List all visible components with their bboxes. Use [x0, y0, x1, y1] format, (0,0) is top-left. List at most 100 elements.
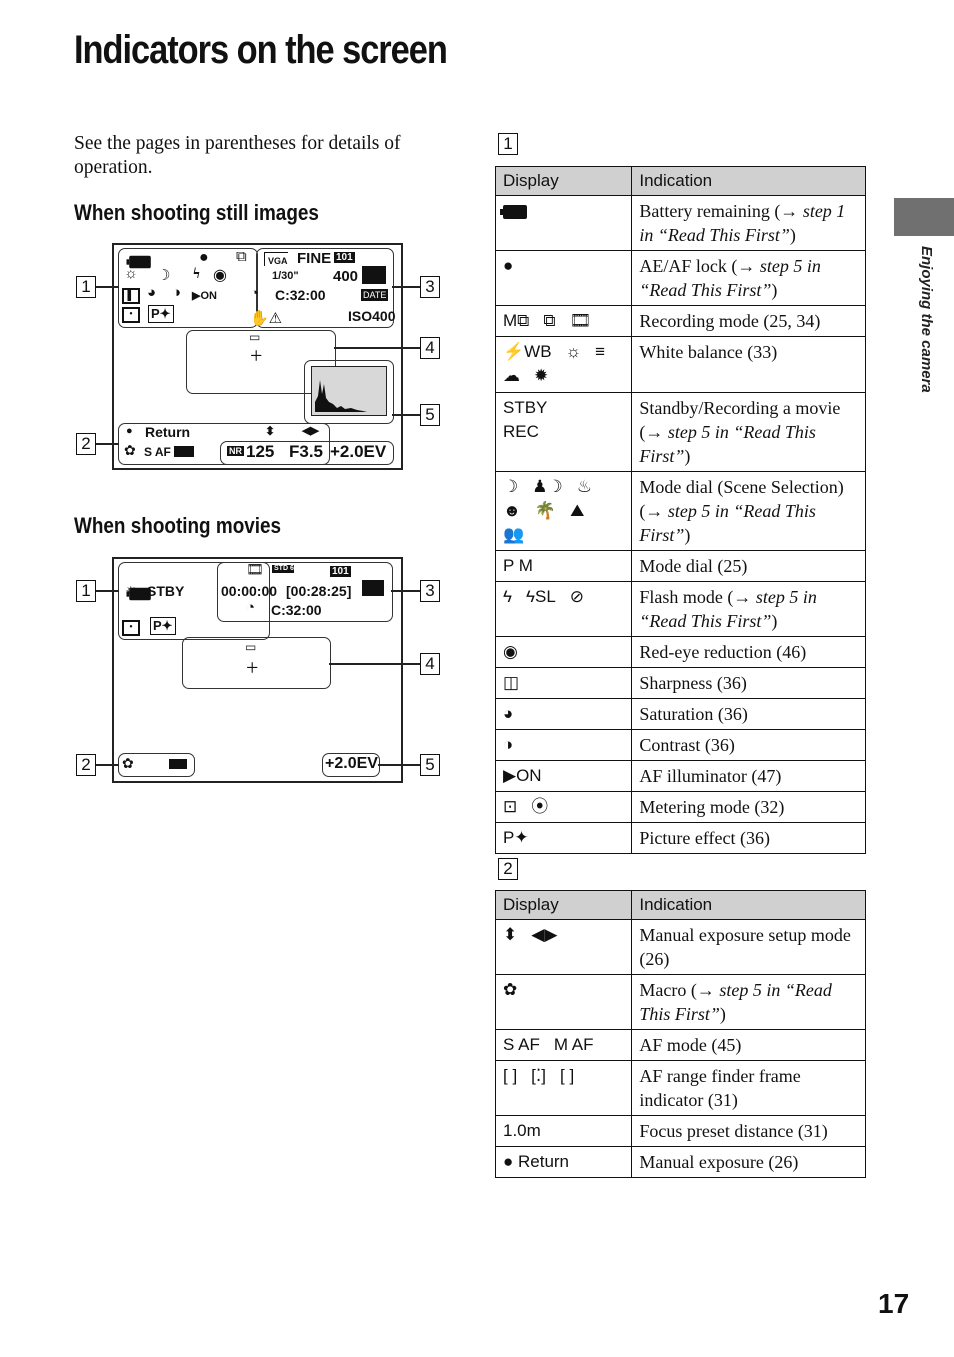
callout-3: 3	[420, 580, 440, 602]
display-glyph: ●	[503, 256, 514, 275]
display-glyph: ☼	[565, 342, 582, 361]
af-range-finder-icon	[169, 759, 187, 769]
indicator-table-1: Display Indication Battery remaining (→ …	[494, 166, 866, 854]
burst-mode-icon: ⧉	[236, 249, 247, 265]
manual-exposure-dot: ●	[126, 425, 133, 437]
display-glyph: ▶ON	[503, 766, 542, 785]
indication-text: Sharpness (36)	[639, 673, 747, 693]
display-glyph: ◉	[503, 642, 518, 661]
display-glyph: P✦	[503, 828, 529, 847]
display-cell: ◕	[494, 698, 633, 730]
display-cell: P M	[494, 550, 633, 582]
display-glyph: ☻	[503, 501, 521, 520]
flash-icon: ϟ	[193, 266, 200, 282]
indication-text: Mode dial (25)	[639, 556, 748, 576]
table-row: ● Return Manual exposure (26)	[494, 1146, 866, 1178]
section-heading-still: When shooting still images	[74, 200, 319, 225]
display-glyph: ϟSL	[526, 587, 556, 606]
indication-cell: Standby/Recording a movie (→ step 5 in “…	[631, 392, 866, 472]
callout-4: 4	[420, 653, 440, 675]
display-glyph: ✿	[503, 980, 518, 999]
movie-mode-icon: 🎞	[246, 563, 264, 578]
table-row: ◫ Sharpness (36)	[494, 667, 866, 699]
indication-text: Saturation (36)	[639, 704, 748, 724]
picture-effect-icon: P✦	[148, 305, 174, 323]
table-row: ☽ ♟☽ ♨ ☻ 🌴 ⛰ 👥 Mode dial (Scene Selection) (→ s…	[494, 471, 866, 551]
callout-5: 5	[420, 404, 440, 426]
display-cell	[494, 195, 633, 251]
sharpness-icon: ▌	[122, 288, 140, 304]
histogram-icon	[311, 366, 387, 416]
display-glyph: ⦿	[531, 797, 549, 816]
self-timer-icon: ◔	[250, 286, 260, 302]
side-tab-marker	[894, 198, 954, 236]
table-row: P M Mode dial (25)	[494, 550, 866, 582]
indication-cell: Picture effect (36)	[631, 822, 866, 854]
indication-cell: AF mode (45)	[631, 1029, 866, 1061]
battery-time-label: C:32:00	[271, 602, 322, 618]
battery-icon	[500, 204, 527, 219]
indication-text: Metering mode (32)	[639, 797, 785, 817]
shutter-speed-label: 125	[246, 442, 275, 461]
table-row: ◉ Red-eye reduction (46)	[494, 636, 866, 668]
shutter-label: 1/30"	[272, 270, 299, 282]
table-row: STBY REC Standby/Recording a movie (→ step…	[494, 392, 866, 472]
folder-label: 101	[334, 252, 355, 263]
display-glyph: [⁚]	[531, 1066, 547, 1085]
display-glyph: REC	[503, 422, 539, 441]
indication-cell: AE/AF lock (→ step 5 in “Read This First…	[631, 250, 866, 306]
indication-cell: Mode dial (Scene Selection) (→ step 5 in…	[631, 471, 866, 551]
indication-cell: Flash mode (→ step 5 in “Read This First…	[631, 581, 866, 637]
display-cell: ▶ON	[494, 760, 633, 792]
remaining-time-label: [00:28:25]	[286, 583, 352, 599]
table-row: S AF M AF AF mode (45)	[494, 1029, 866, 1061]
indication-suffix: )	[789, 225, 796, 245]
indication-text: Contrast (36)	[639, 735, 735, 755]
callout-line-4	[334, 347, 420, 349]
aperture-label: F3.5	[289, 442, 324, 461]
section-heading-movie: When shooting movies	[74, 513, 282, 538]
indication-cell: White balance (33)	[631, 336, 866, 393]
display-glyph: ● Return	[503, 1152, 570, 1171]
ev-label: +2.0EV	[330, 442, 387, 461]
date-label: DATE	[361, 289, 389, 301]
table-header-row: Display Indication	[494, 166, 866, 196]
iso-label: ISO400	[348, 308, 396, 324]
display-cell: ϟ ϟSL ⊘	[494, 581, 633, 637]
ev-label: +2.0EV	[325, 755, 378, 772]
table-row: ● AE/AF lock (→ step 5 in “Read This Firs…	[494, 250, 866, 306]
indication-text: Red-eye reduction (46)	[639, 642, 807, 662]
callout-line-3	[392, 286, 420, 288]
column-header-display: Display	[494, 890, 633, 920]
return-label: Return	[145, 424, 191, 440]
indication-suffix: )	[684, 446, 691, 466]
af-on-label: ON	[200, 290, 217, 302]
ae-af-lock-icon: ●	[199, 249, 209, 266]
callout-line-5	[378, 764, 420, 766]
internal-memory-icon	[362, 580, 384, 596]
battery-time-label: C:32:00	[275, 287, 326, 303]
red-eye-icon: ◉	[213, 267, 227, 284]
display-glyph: ♟☽	[532, 477, 563, 496]
wb-incandescent-icon: ☼	[124, 582, 138, 598]
low-battery-icon: ▭	[245, 640, 257, 654]
display-glyph: ☁	[503, 366, 520, 385]
remaining-shots-label: 400	[333, 268, 359, 285]
column-header-indication: Indication	[631, 166, 866, 196]
indication-text: Picture effect (36)	[639, 828, 770, 848]
display-glyph: ≡	[595, 342, 606, 361]
page-title: Indicators on the screen	[74, 28, 448, 72]
display-glyph: M⧉	[503, 311, 530, 330]
table-row: ⊡ ⦿ Metering mode (32)	[494, 791, 866, 823]
indication-cell: Macro (→ step 5 in “Read This First”)	[631, 974, 866, 1030]
table-row: ⚡WB ☼ ≡ ☁ ✹ White balance (33)	[494, 336, 866, 393]
self-timer-icon: ◔	[246, 600, 256, 616]
indication-cell: Saturation (36)	[631, 698, 866, 730]
display-cell: ◉	[494, 636, 633, 668]
callout-1: 1	[76, 276, 96, 298]
indication-cell: Red-eye reduction (46)	[631, 636, 866, 668]
af-crosshair-icon: +	[246, 655, 259, 680]
callout-4: 4	[420, 337, 440, 359]
callout-line-1	[95, 286, 119, 288]
indication-suffix: )	[684, 525, 691, 545]
